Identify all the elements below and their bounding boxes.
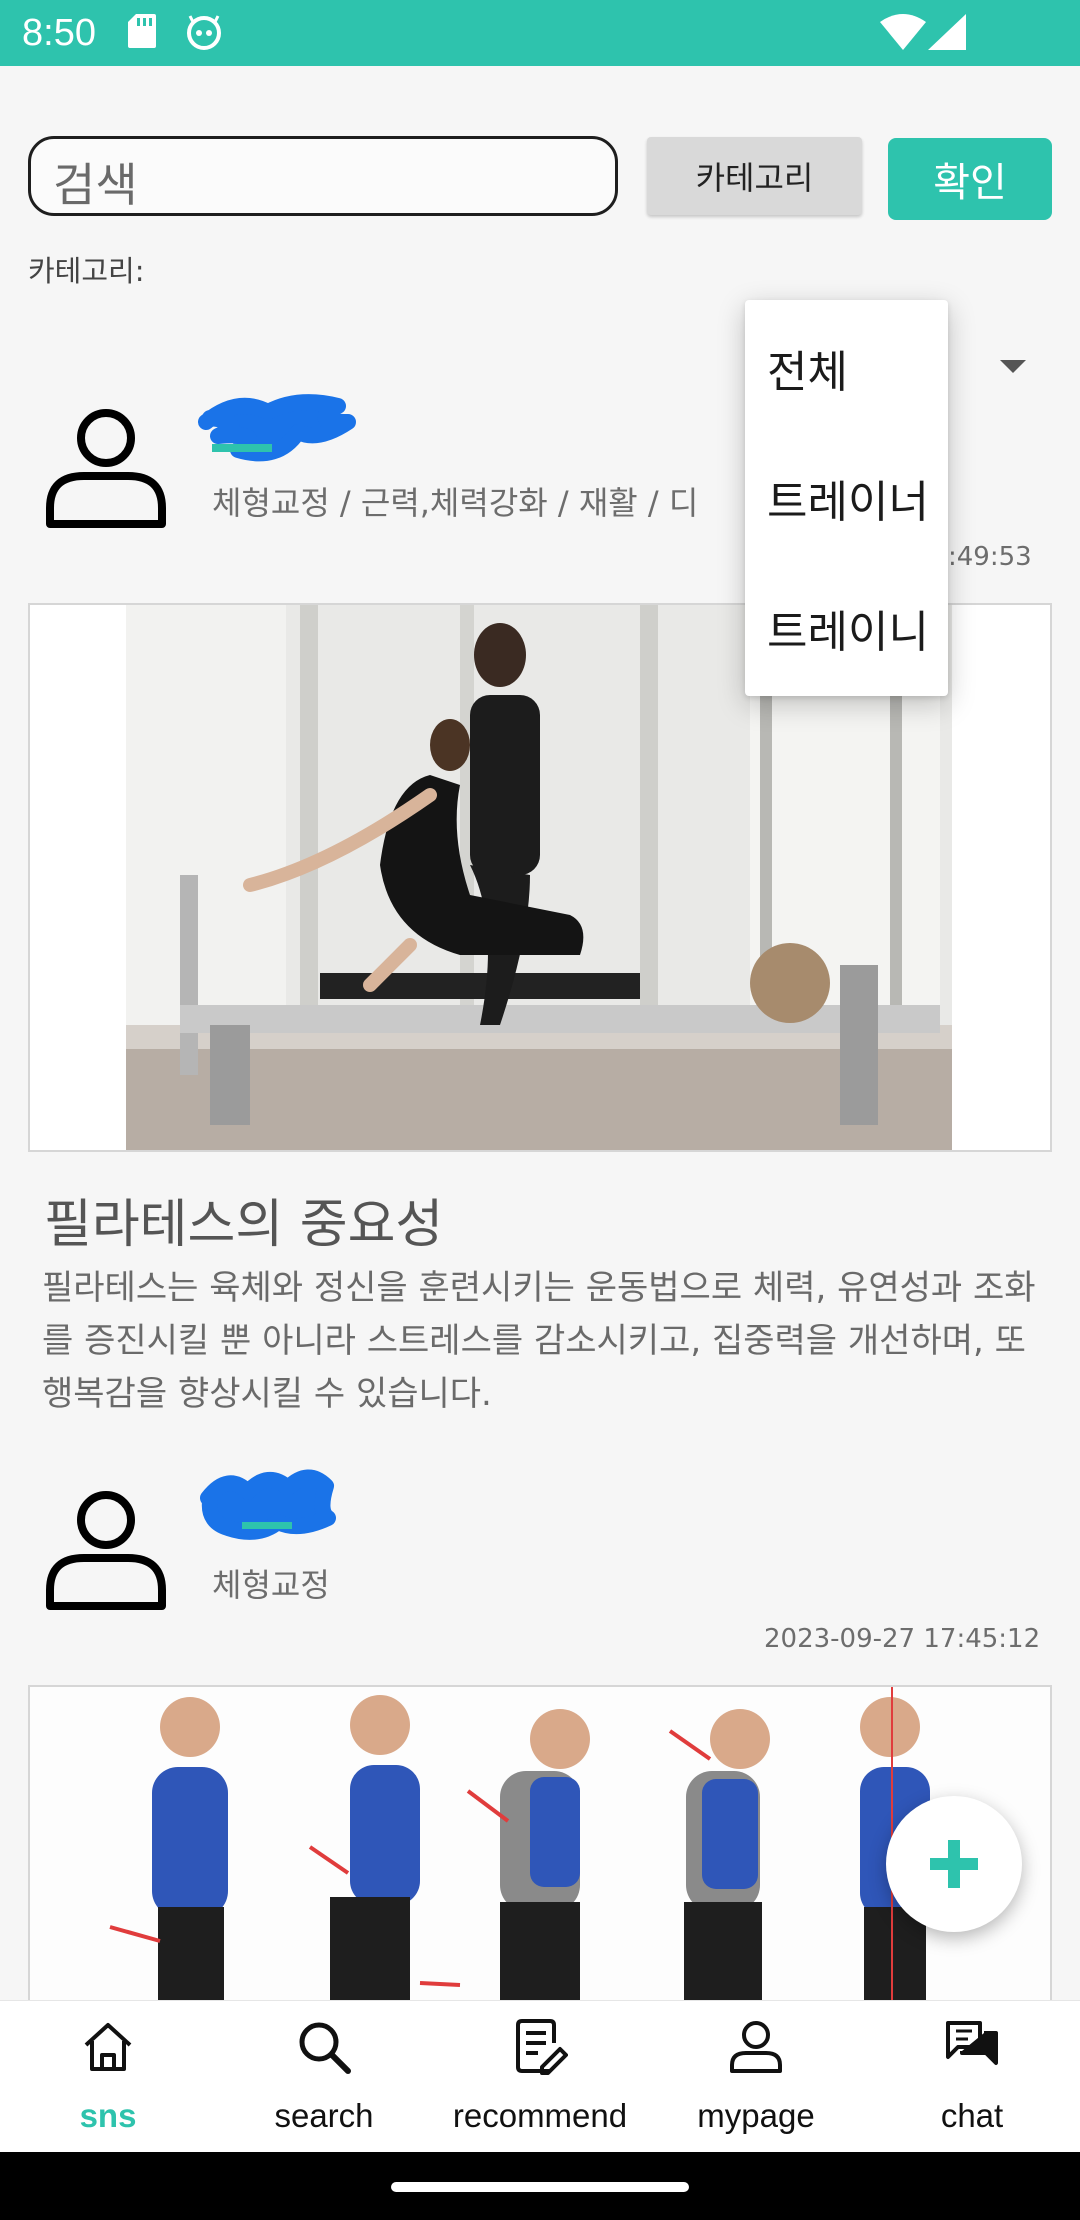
redacted-username [200, 1469, 336, 1540]
post-timestamp: 2023-09-27 17:45:12 [764, 1624, 1041, 1654]
app-notification-icon [187, 15, 221, 50]
post-tags: 체형교정 [212, 1566, 330, 1604]
post-tags: 체형교정 / 근력,체력강화 / 재활 / 디 [212, 484, 699, 522]
plus-icon [930, 1840, 978, 1888]
sd-card-icon [128, 14, 156, 48]
cell-signal-icon [928, 14, 966, 50]
redacted-username [198, 394, 356, 462]
category-dropdown-menu: 전체 트레이너 트레이니 [745, 300, 948, 696]
nav-label: recommend [452, 2097, 628, 2134]
avatar-icon[interactable] [44, 404, 168, 528]
nav-item-search[interactable]: search [216, 2001, 432, 2153]
nav-label: mypage [697, 2097, 815, 2134]
search-input[interactable]: 검색 [28, 136, 618, 216]
dropdown-option-trainee[interactable]: 트레이니 [767, 596, 929, 660]
chat-icon [946, 2021, 998, 2065]
nav-item-sns[interactable]: sns [0, 2001, 216, 2153]
search-placeholder: 검색 [53, 158, 138, 212]
document-edit-icon [516, 2019, 568, 2075]
avatar-icon[interactable] [44, 1486, 168, 1610]
nav-item-recommend[interactable]: recommend [432, 2001, 648, 2153]
add-post-button[interactable] [886, 1796, 1022, 1932]
dropdown-option-all[interactable]: 전체 [767, 336, 848, 400]
wifi-icon [880, 14, 926, 50]
bottom-navigation: sns search recommend mypage chat [0, 2000, 1080, 2153]
system-navigation-bar [0, 2152, 1080, 2220]
category-button[interactable]: 카테고리 [647, 137, 862, 215]
nav-item-chat[interactable]: chat [864, 2001, 1080, 2153]
person-icon [730, 2021, 782, 2073]
status-time: 8:50 [22, 12, 96, 54]
home-icon [84, 2023, 132, 2071]
nav-label: search [274, 2097, 374, 2134]
nav-item-mypage[interactable]: mypage [648, 2001, 864, 2153]
home-gesture-handle[interactable] [391, 2182, 689, 2192]
search-icon [299, 2022, 351, 2074]
nav-label: chat [940, 2097, 1004, 2134]
confirm-button[interactable]: 확인 [888, 138, 1052, 220]
post-body: 필라테스는 육체와 정신을 훈련시키는 운동법으로 체력, 유연성과 조화를 증… [42, 1268, 1036, 1414]
chevron-down-icon[interactable] [1000, 360, 1026, 373]
status-bar: 8:50 [0, 0, 1080, 66]
dropdown-option-trainer[interactable]: 트레이너 [767, 466, 929, 530]
post-title: 필라테스의 중요성 [44, 1195, 444, 1255]
category-label: 카테고리: [28, 254, 145, 288]
post-timestamp: :49:53 [948, 542, 1032, 572]
nav-label: sns [79, 2097, 137, 2134]
